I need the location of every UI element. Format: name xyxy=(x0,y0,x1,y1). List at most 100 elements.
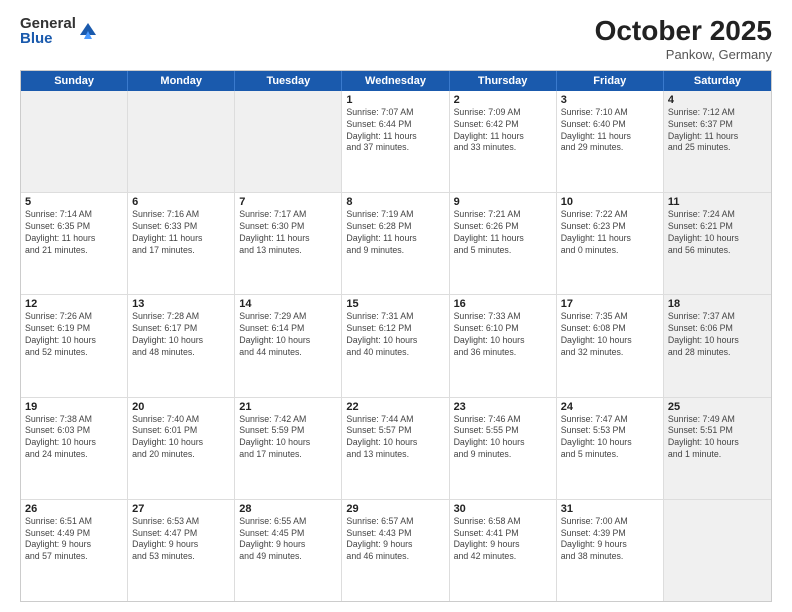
calendar-cell-17: 17Sunrise: 7:35 AM Sunset: 6:08 PM Dayli… xyxy=(557,295,664,396)
day-number: 13 xyxy=(132,298,230,310)
calendar-cell-1: 1Sunrise: 7:07 AM Sunset: 6:44 PM Daylig… xyxy=(342,91,449,192)
calendar-cell-28: 28Sunrise: 6:55 AM Sunset: 4:45 PM Dayli… xyxy=(235,500,342,601)
cell-info: Sunrise: 7:21 AM Sunset: 6:26 PM Dayligh… xyxy=(454,209,552,257)
calendar-cell-empty-0-0 xyxy=(21,91,128,192)
day-number: 5 xyxy=(25,196,123,208)
day-number: 19 xyxy=(25,401,123,413)
cell-info: Sunrise: 7:38 AM Sunset: 6:03 PM Dayligh… xyxy=(25,414,123,462)
cell-info: Sunrise: 6:53 AM Sunset: 4:47 PM Dayligh… xyxy=(132,516,230,564)
day-number: 23 xyxy=(454,401,552,413)
day-number: 21 xyxy=(239,401,337,413)
day-number: 11 xyxy=(668,196,767,208)
calendar-body: 1Sunrise: 7:07 AM Sunset: 6:44 PM Daylig… xyxy=(21,91,771,601)
cell-info: Sunrise: 7:24 AM Sunset: 6:21 PM Dayligh… xyxy=(668,209,767,257)
calendar-cell-29: 29Sunrise: 6:57 AM Sunset: 4:43 PM Dayli… xyxy=(342,500,449,601)
logo-blue-text: Blue xyxy=(20,31,76,46)
day-number: 6 xyxy=(132,196,230,208)
calendar-cell-10: 10Sunrise: 7:22 AM Sunset: 6:23 PM Dayli… xyxy=(557,193,664,294)
calendar-row-0: 1Sunrise: 7:07 AM Sunset: 6:44 PM Daylig… xyxy=(21,91,771,192)
cell-info: Sunrise: 7:35 AM Sunset: 6:08 PM Dayligh… xyxy=(561,311,659,359)
cell-info: Sunrise: 7:17 AM Sunset: 6:30 PM Dayligh… xyxy=(239,209,337,257)
calendar-cell-25: 25Sunrise: 7:49 AM Sunset: 5:51 PM Dayli… xyxy=(664,398,771,499)
calendar-cell-7: 7Sunrise: 7:17 AM Sunset: 6:30 PM Daylig… xyxy=(235,193,342,294)
cell-info: Sunrise: 7:28 AM Sunset: 6:17 PM Dayligh… xyxy=(132,311,230,359)
day-number: 26 xyxy=(25,503,123,515)
month-title: October 2025 xyxy=(595,16,772,47)
day-number: 8 xyxy=(346,196,444,208)
cell-info: Sunrise: 6:58 AM Sunset: 4:41 PM Dayligh… xyxy=(454,516,552,564)
day-number: 2 xyxy=(454,94,552,106)
header: General Blue October 2025 Pankow, German… xyxy=(20,16,772,62)
cell-info: Sunrise: 6:55 AM Sunset: 4:45 PM Dayligh… xyxy=(239,516,337,564)
day-number: 16 xyxy=(454,298,552,310)
cell-info: Sunrise: 7:14 AM Sunset: 6:35 PM Dayligh… xyxy=(25,209,123,257)
day-number: 31 xyxy=(561,503,659,515)
cell-info: Sunrise: 7:31 AM Sunset: 6:12 PM Dayligh… xyxy=(346,311,444,359)
cell-info: Sunrise: 6:51 AM Sunset: 4:49 PM Dayligh… xyxy=(25,516,123,564)
day-number: 10 xyxy=(561,196,659,208)
day-number: 15 xyxy=(346,298,444,310)
calendar-row-1: 5Sunrise: 7:14 AM Sunset: 6:35 PM Daylig… xyxy=(21,192,771,294)
calendar-cell-21: 21Sunrise: 7:42 AM Sunset: 5:59 PM Dayli… xyxy=(235,398,342,499)
cell-info: Sunrise: 7:00 AM Sunset: 4:39 PM Dayligh… xyxy=(561,516,659,564)
logo: General Blue xyxy=(20,16,98,46)
calendar-cell-empty-4-6 xyxy=(664,500,771,601)
calendar-cell-14: 14Sunrise: 7:29 AM Sunset: 6:14 PM Dayli… xyxy=(235,295,342,396)
cell-info: Sunrise: 7:16 AM Sunset: 6:33 PM Dayligh… xyxy=(132,209,230,257)
calendar-header: SundayMondayTuesdayWednesdayThursdayFrid… xyxy=(21,71,771,91)
day-number: 18 xyxy=(668,298,767,310)
cell-info: Sunrise: 7:19 AM Sunset: 6:28 PM Dayligh… xyxy=(346,209,444,257)
cell-info: Sunrise: 7:10 AM Sunset: 6:40 PM Dayligh… xyxy=(561,107,659,155)
calendar-row-4: 26Sunrise: 6:51 AM Sunset: 4:49 PM Dayli… xyxy=(21,499,771,601)
day-number: 27 xyxy=(132,503,230,515)
day-number: 1 xyxy=(346,94,444,106)
logo-icon xyxy=(78,21,98,41)
header-day-tuesday: Tuesday xyxy=(235,71,342,91)
cell-info: Sunrise: 7:33 AM Sunset: 6:10 PM Dayligh… xyxy=(454,311,552,359)
day-number: 14 xyxy=(239,298,337,310)
calendar-cell-15: 15Sunrise: 7:31 AM Sunset: 6:12 PM Dayli… xyxy=(342,295,449,396)
day-number: 28 xyxy=(239,503,337,515)
calendar-cell-30: 30Sunrise: 6:58 AM Sunset: 4:41 PM Dayli… xyxy=(450,500,557,601)
calendar-cell-20: 20Sunrise: 7:40 AM Sunset: 6:01 PM Dayli… xyxy=(128,398,235,499)
cell-info: Sunrise: 6:57 AM Sunset: 4:43 PM Dayligh… xyxy=(346,516,444,564)
page: General Blue October 2025 Pankow, German… xyxy=(0,0,792,612)
calendar-cell-22: 22Sunrise: 7:44 AM Sunset: 5:57 PM Dayli… xyxy=(342,398,449,499)
day-number: 3 xyxy=(561,94,659,106)
day-number: 12 xyxy=(25,298,123,310)
day-number: 17 xyxy=(561,298,659,310)
calendar-cell-24: 24Sunrise: 7:47 AM Sunset: 5:53 PM Dayli… xyxy=(557,398,664,499)
calendar-row-3: 19Sunrise: 7:38 AM Sunset: 6:03 PM Dayli… xyxy=(21,397,771,499)
cell-info: Sunrise: 7:40 AM Sunset: 6:01 PM Dayligh… xyxy=(132,414,230,462)
calendar-row-2: 12Sunrise: 7:26 AM Sunset: 6:19 PM Dayli… xyxy=(21,294,771,396)
cell-info: Sunrise: 7:22 AM Sunset: 6:23 PM Dayligh… xyxy=(561,209,659,257)
calendar-cell-26: 26Sunrise: 6:51 AM Sunset: 4:49 PM Dayli… xyxy=(21,500,128,601)
header-day-saturday: Saturday xyxy=(664,71,771,91)
calendar-cell-27: 27Sunrise: 6:53 AM Sunset: 4:47 PM Dayli… xyxy=(128,500,235,601)
cell-info: Sunrise: 7:47 AM Sunset: 5:53 PM Dayligh… xyxy=(561,414,659,462)
title-block: October 2025 Pankow, Germany xyxy=(595,16,772,62)
calendar-cell-16: 16Sunrise: 7:33 AM Sunset: 6:10 PM Dayli… xyxy=(450,295,557,396)
cell-info: Sunrise: 7:29 AM Sunset: 6:14 PM Dayligh… xyxy=(239,311,337,359)
calendar-cell-3: 3Sunrise: 7:10 AM Sunset: 6:40 PM Daylig… xyxy=(557,91,664,192)
cell-info: Sunrise: 7:49 AM Sunset: 5:51 PM Dayligh… xyxy=(668,414,767,462)
day-number: 25 xyxy=(668,401,767,413)
calendar-cell-31: 31Sunrise: 7:00 AM Sunset: 4:39 PM Dayli… xyxy=(557,500,664,601)
header-day-wednesday: Wednesday xyxy=(342,71,449,91)
day-number: 9 xyxy=(454,196,552,208)
logo-general-text: General xyxy=(20,16,76,31)
calendar-cell-6: 6Sunrise: 7:16 AM Sunset: 6:33 PM Daylig… xyxy=(128,193,235,294)
calendar-cell-4: 4Sunrise: 7:12 AM Sunset: 6:37 PM Daylig… xyxy=(664,91,771,192)
calendar-cell-18: 18Sunrise: 7:37 AM Sunset: 6:06 PM Dayli… xyxy=(664,295,771,396)
calendar-cell-23: 23Sunrise: 7:46 AM Sunset: 5:55 PM Dayli… xyxy=(450,398,557,499)
cell-info: Sunrise: 7:12 AM Sunset: 6:37 PM Dayligh… xyxy=(668,107,767,155)
cell-info: Sunrise: 7:42 AM Sunset: 5:59 PM Dayligh… xyxy=(239,414,337,462)
calendar-cell-5: 5Sunrise: 7:14 AM Sunset: 6:35 PM Daylig… xyxy=(21,193,128,294)
calendar-cell-8: 8Sunrise: 7:19 AM Sunset: 6:28 PM Daylig… xyxy=(342,193,449,294)
day-number: 24 xyxy=(561,401,659,413)
location: Pankow, Germany xyxy=(595,47,772,62)
header-day-thursday: Thursday xyxy=(450,71,557,91)
cell-info: Sunrise: 7:26 AM Sunset: 6:19 PM Dayligh… xyxy=(25,311,123,359)
calendar-cell-2: 2Sunrise: 7:09 AM Sunset: 6:42 PM Daylig… xyxy=(450,91,557,192)
cell-info: Sunrise: 7:46 AM Sunset: 5:55 PM Dayligh… xyxy=(454,414,552,462)
